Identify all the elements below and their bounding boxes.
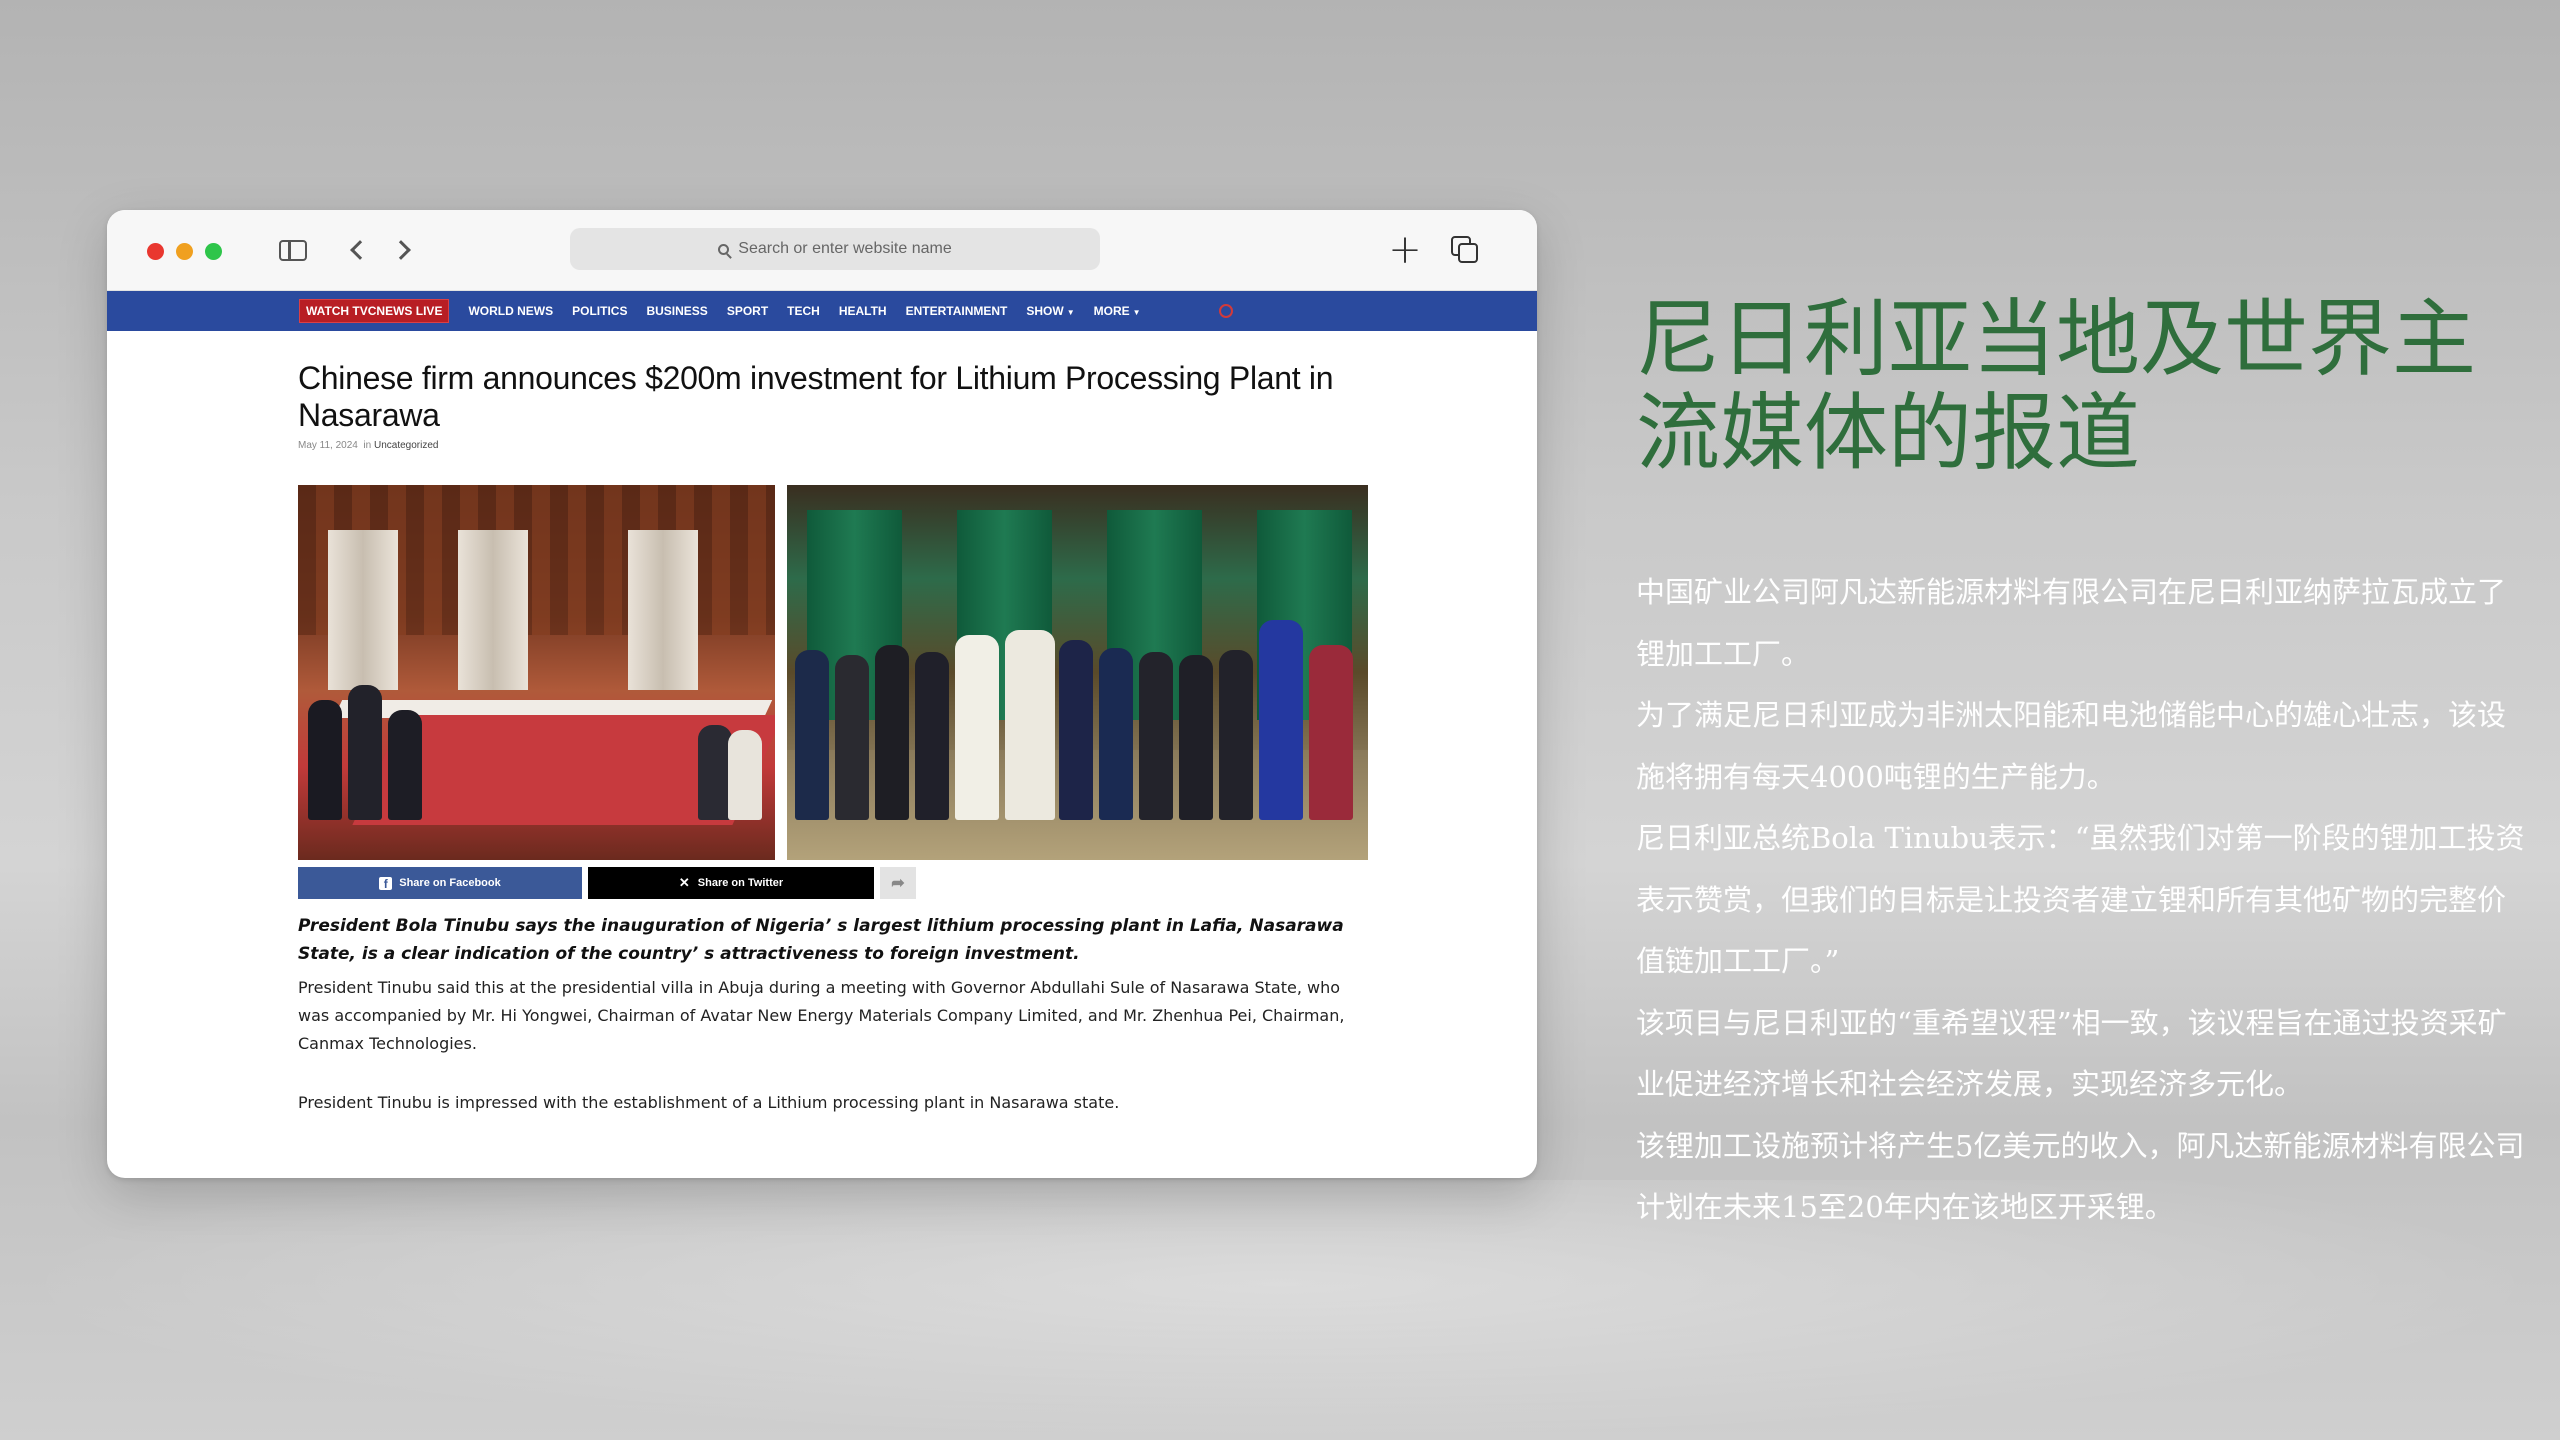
chevron-down-icon: ▼	[1132, 308, 1141, 317]
meeting-room-photo	[298, 485, 775, 860]
site-navigation: WATCH TVCNEWS LIVE WORLD NEWS POLITICS B…	[107, 291, 1537, 331]
nav-tech[interactable]: TECH	[787, 304, 820, 318]
panel-paragraph: 中国矿业公司阿凡达新能源材料有限公司在尼日利亚纳萨拉瓦成立了锂加工工厂。	[1636, 575, 2507, 671]
share-facebook-label: Share on Facebook	[399, 877, 501, 889]
share-buttons: f Share on Facebook ✕ Share on Twitter ➦	[298, 867, 918, 899]
nav-show-label: SHOW	[1026, 304, 1064, 318]
panel-title: 尼日利亚当地及世界主流媒体的报道	[1636, 290, 2477, 482]
nav-search-icon[interactable]	[1218, 304, 1233, 318]
minimize-dot-icon[interactable]	[176, 243, 193, 260]
facebook-icon: f	[379, 876, 393, 891]
search-icon	[718, 243, 730, 255]
new-tab-button[interactable]: +	[1387, 227, 1423, 273]
nav-politics[interactable]: POLITICS	[572, 304, 627, 318]
nav-business[interactable]: BUSINESS	[646, 304, 707, 318]
tab-overview-button[interactable]	[1447, 232, 1483, 268]
sidebar-icon	[279, 239, 307, 261]
article-paragraph: President Tinubu said this at the presid…	[298, 978, 1345, 1053]
share-twitter-label: Share on Twitter	[697, 877, 784, 889]
article-photos	[298, 485, 1368, 860]
nav-more-label: MORE	[1093, 304, 1130, 318]
panel-body: 中国矿业公司阿凡达新能源材料有限公司在尼日利亚纳萨拉瓦成立了锂加工工厂。 为了满…	[1636, 562, 2526, 1239]
nav-world-news[interactable]: WORLD NEWS	[468, 304, 553, 318]
article-in-label: in	[363, 440, 372, 451]
share-arrow-icon: ➦	[891, 875, 905, 892]
share-twitter-button[interactable]: ✕ Share on Twitter	[588, 867, 874, 899]
article-headline: Chinese firm announces $200m investment …	[298, 360, 1334, 433]
chevron-right-icon	[391, 240, 411, 260]
article: Chinese firm announces $200m investment …	[298, 360, 1378, 1112]
nav-sport[interactable]: SPORT	[727, 304, 768, 318]
article-meta: May 11, 2024 in Uncategorized	[298, 440, 1378, 451]
tabs-icon	[1451, 236, 1479, 264]
browser-toolbar: Search or enter website name +	[107, 210, 1537, 291]
share-more-button[interactable]: ➦	[880, 867, 916, 899]
back-button[interactable]	[342, 232, 372, 268]
nav-show[interactable]: SHOW ▼	[1026, 304, 1074, 318]
panel-paragraph: 尼日利亚总统Bola Tinubu表示：“虽然我们对第一阶段的锂加工投资表示赞赏…	[1636, 821, 2525, 978]
nav-more[interactable]: MORE ▼	[1094, 304, 1141, 318]
nav-entertainment[interactable]: ENTERTAINMENT	[906, 304, 1008, 318]
article-lead: President Bola Tinubu says the inaugurat…	[298, 916, 1344, 964]
nav-health[interactable]: HEALTH	[839, 304, 887, 318]
chevron-left-icon	[350, 240, 370, 260]
zoom-dot-icon[interactable]	[205, 243, 222, 260]
watch-live-link[interactable]: WATCH TVCNEWS LIVE	[299, 299, 450, 323]
article-paragraph: President Tinubu is impressed with the e…	[298, 1093, 1120, 1112]
plus-icon: +	[1388, 227, 1422, 273]
article-date: May 11, 2024	[298, 440, 358, 451]
sidebar-toggle-button[interactable]	[275, 232, 311, 268]
close-dot-icon[interactable]	[147, 243, 164, 260]
share-facebook-button[interactable]: f Share on Facebook	[298, 867, 582, 899]
panel-paragraph: 该项目与尼日利亚的“重希望议程”相一致，该议程旨在通过投资采矿业促进经济增长和社…	[1636, 1005, 2507, 1102]
chevron-down-icon: ▼	[1066, 308, 1075, 317]
group-photo	[787, 485, 1368, 860]
panel-paragraph: 该锂加工设施预计将产生5亿美元的收入，阿凡达新能源材料有限公司计划在未来15至2…	[1636, 1128, 2525, 1225]
browser-window: Search or enter website name + WATCH TVC…	[107, 210, 1537, 1178]
address-placeholder: Search or enter website name	[738, 240, 952, 257]
address-bar[interactable]: Search or enter website name	[570, 228, 1100, 270]
x-icon: ✕	[678, 875, 690, 890]
panel-paragraph: 为了满足尼日利亚成为非洲太阳能和电池储能中心的雄心壮志，该设施将拥有每天4000…	[1636, 698, 2507, 794]
forward-button[interactable]	[389, 232, 419, 268]
article-category[interactable]: Uncategorized	[374, 440, 438, 451]
